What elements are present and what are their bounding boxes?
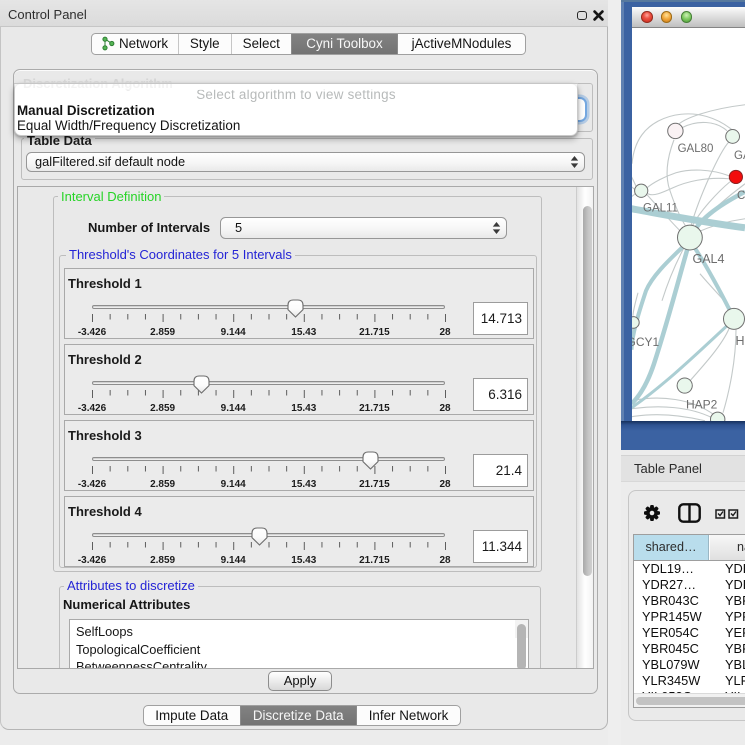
svg-text:C: C	[737, 189, 745, 201]
svg-text:GAL11: GAL11	[643, 202, 678, 214]
svg-text:GAL4: GAL4	[693, 251, 725, 265]
svg-text:GA: GA	[734, 149, 745, 161]
svg-text:GCY1: GCY1	[632, 334, 660, 348]
svg-text:HAP2: HAP2	[686, 397, 718, 411]
svg-text:H: H	[736, 333, 745, 347]
svg-text:GAL80: GAL80	[678, 142, 714, 154]
